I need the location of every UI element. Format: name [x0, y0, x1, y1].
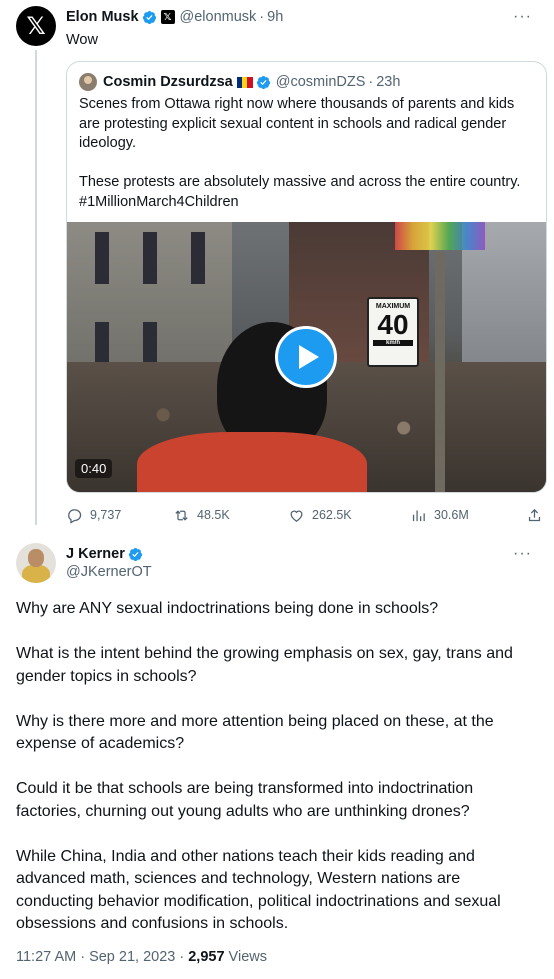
repost-count: 48.5K — [197, 508, 230, 522]
x-logo-icon[interactable]: 𝕏 — [16, 6, 56, 46]
share-icon — [528, 508, 541, 521]
tweet-time[interactable]: 9h — [267, 9, 283, 25]
video-frame-person-shirt — [137, 432, 367, 492]
reply-header: J Kerner — [66, 545, 143, 563]
tweet-meta: 11:27 AM · Sep 21, 2023 · 2,957 Views — [16, 949, 267, 965]
avatar-torso — [22, 565, 50, 583]
quoted-paragraph: Scenes from Ottawa right now where thous… — [79, 96, 515, 151]
reply-paragraph: What is the intent behind the growing em… — [16, 645, 513, 685]
thread-line — [35, 50, 37, 525]
reply-paragraph: Could it be that schools are being trans… — [16, 780, 474, 820]
more-icon[interactable]: ··· — [513, 8, 532, 26]
quoted-author-handle[interactable]: @cosminDZS — [276, 74, 366, 90]
tweet-views-count[interactable]: 2,957 — [188, 949, 224, 965]
verified-badge-icon — [256, 75, 270, 89]
reply-author-handle[interactable]: @JKernerOT — [66, 564, 152, 580]
tweet-header: Elon Musk 𝕏 @elonmusk · 9h — [66, 7, 283, 27]
quoted-tweet-header: Cosmin Dzsurdzsa @cosminDZS · 23h — [79, 72, 400, 92]
author-handle[interactable]: @elonmusk — [180, 9, 257, 25]
more-icon[interactable]: ··· — [513, 545, 532, 563]
repost-button[interactable]: 48.5K — [173, 505, 230, 525]
sign-number: 40 — [377, 309, 409, 340]
romania-flag-icon — [236, 76, 253, 88]
video-frame-pole — [435, 252, 445, 492]
repost-icon — [175, 509, 188, 521]
tweet-views-label: Views — [224, 949, 267, 965]
like-button[interactable]: 262.5K — [288, 505, 352, 525]
quoted-paragraph: These protests are absolutely massive an… — [79, 174, 521, 210]
x-badge-icon: 𝕏 — [160, 10, 175, 24]
separator-dot: · — [259, 9, 265, 25]
speed-limit-sign: MAXIMUM 40 km/h — [367, 297, 419, 367]
share-button[interactable] — [526, 505, 550, 525]
like-icon — [290, 510, 303, 522]
tweet-timestamp[interactable]: 11:27 AM · Sep 21, 2023 · — [16, 949, 188, 965]
quoted-tweet[interactable]: Cosmin Dzsurdzsa @cosminDZS · 23h Scenes… — [66, 61, 547, 493]
separator-dot: · — [368, 74, 374, 90]
quoted-author-name[interactable]: Cosmin Dzsurdzsa — [103, 74, 233, 90]
reply-author-name[interactable]: J Kerner — [66, 546, 125, 562]
views-icon — [412, 510, 425, 521]
views-button[interactable]: 30.6M — [410, 505, 469, 525]
video-frame-flag — [395, 222, 485, 250]
views-count: 30.6M — [434, 508, 469, 522]
verified-badge-icon — [142, 10, 156, 24]
verified-badge-icon — [128, 547, 142, 561]
quoted-tweet-time[interactable]: 23h — [376, 74, 400, 90]
video-player[interactable]: MAXIMUM 40 km/h 0:40 — [67, 222, 546, 492]
action-bar: 9,737 48.5K 262.5K 30.6M — [66, 505, 546, 525]
avatar-face — [28, 549, 44, 567]
reply-icon — [68, 508, 82, 524]
author-name[interactable]: Elon Musk — [66, 9, 139, 25]
video-duration: 0:40 — [75, 459, 113, 478]
reply-text: Why are ANY sexual indoctrinations being… — [16, 598, 538, 958]
tweet-text: Wow — [66, 32, 98, 48]
quoted-tweet-text: Scenes from Ottawa right now where thous… — [79, 95, 534, 232]
reply-button[interactable]: 9,737 — [66, 505, 121, 525]
reply-paragraph: While China, India and other nations tea… — [16, 847, 501, 933]
reply-paragraph: Why is there more and more attention bei… — [16, 712, 494, 753]
play-icon — [298, 345, 319, 369]
quoted-avatar[interactable] — [79, 73, 97, 91]
reply-paragraph: Why are ANY sexual indoctrinations being… — [16, 600, 439, 617]
sign-unit: km/h — [373, 340, 413, 346]
avatar[interactable] — [16, 543, 56, 583]
play-button[interactable] — [275, 326, 337, 388]
reply-count: 9,737 — [90, 508, 122, 522]
like-count: 262.5K — [312, 508, 352, 522]
